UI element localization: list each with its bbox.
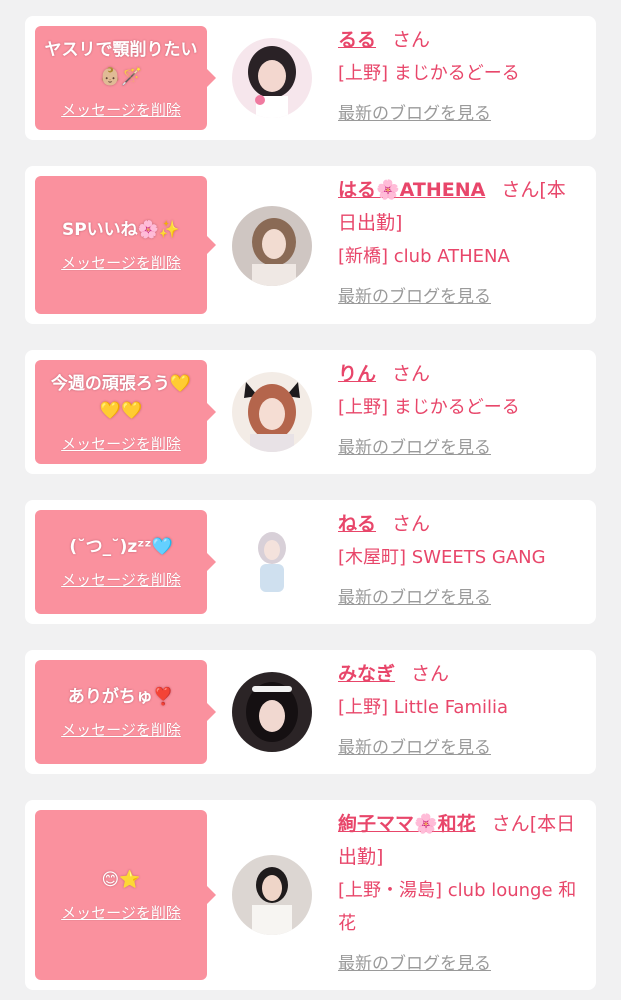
- delete-message-link[interactable]: メッセージを削除: [61, 719, 181, 740]
- avatar[interactable]: [232, 206, 312, 286]
- avatar[interactable]: [232, 855, 312, 935]
- delete-message-link[interactable]: メッセージを削除: [61, 569, 181, 590]
- sender-name-link[interactable]: 絢子ママ🌸和花: [338, 813, 476, 835]
- delete-message-link[interactable]: メッセージを削除: [61, 99, 181, 120]
- message-text: (˘つ_˘)zᶻᶻ🩵: [69, 537, 173, 557]
- shop-name: [上野] まじかるどーる: [338, 63, 520, 84]
- shop-name: [上野] まじかるどーる: [338, 397, 520, 418]
- honorific: さん: [501, 179, 540, 201]
- message-text: ありがちゅ❣️: [67, 687, 175, 707]
- shop-name: [上野] Little Familia: [338, 697, 509, 718]
- message-card: ありがちゅ❣️ メッセージを削除 みなぎ さん [上野] Little Famil…: [25, 650, 596, 774]
- sender-info: みなぎ さん [上野] Little Familia 最新のブログを見る: [338, 658, 583, 765]
- avatar[interactable]: [232, 672, 312, 752]
- message-card: SPいいね🌸✨ メッセージを削除 はる🌸ATHENA さん[本日出勤] [新橋] …: [25, 166, 596, 324]
- message-text: 今週の頑張ろう💛💛💛: [50, 373, 192, 421]
- latest-blog-link[interactable]: 最新のブログを見る: [338, 287, 491, 307]
- message-bubble: ありがちゅ❣️ メッセージを削除: [35, 660, 216, 764]
- honorific: さん: [392, 363, 431, 385]
- sender-info: 絢子ママ🌸和花 さん[本日出勤] [上野・湯島] club lounge 和花 最…: [338, 808, 583, 981]
- delete-message-link[interactable]: メッセージを削除: [61, 902, 181, 923]
- sender-name-link[interactable]: みなぎ: [338, 663, 395, 685]
- sender-info: はる🌸ATHENA さん[本日出勤] [新橋] club ATHENA 最新のブロ…: [338, 174, 583, 314]
- latest-blog-link[interactable]: 最新のブログを見る: [338, 738, 491, 758]
- message-bubble: 😊⭐ メッセージを削除: [35, 810, 216, 980]
- message-bubble: SPいいね🌸✨ メッセージを削除: [35, 176, 216, 314]
- shop-name: [新橋] club ATHENA: [338, 246, 510, 267]
- avatar[interactable]: [232, 522, 312, 602]
- honorific: さん: [392, 29, 431, 51]
- message-text: SPいいね🌸✨: [61, 220, 181, 240]
- message-card: 今週の頑張ろう💛💛💛 メッセージを削除 りん さん [上野] まじかるどーる 最新…: [25, 350, 596, 474]
- honorific: さん: [491, 813, 530, 835]
- avatar[interactable]: [232, 372, 312, 452]
- honorific: さん: [411, 663, 450, 685]
- latest-blog-link[interactable]: 最新のブログを見る: [338, 104, 491, 124]
- message-text: ヤスリで顎削りたい👶🏼🪄: [44, 39, 198, 87]
- honorific: さん: [392, 513, 431, 535]
- sender-name-link[interactable]: るる: [338, 29, 376, 51]
- sender-info: るる さん [上野] まじかるどーる 最新のブログを見る: [338, 24, 583, 131]
- avatar[interactable]: [232, 38, 312, 118]
- delete-message-link[interactable]: メッセージを削除: [61, 252, 181, 273]
- message-card: (˘つ_˘)zᶻᶻ🩵 メッセージを削除 ねる さん [木屋町] SWEETS GA…: [25, 500, 596, 624]
- message-card: ヤスリで顎削りたい👶🏼🪄 メッセージを削除 るる さん [上野] まじかるどーる …: [25, 16, 596, 140]
- sender-name-link[interactable]: りん: [338, 363, 376, 385]
- sender-name-link[interactable]: はる🌸ATHENA: [338, 179, 485, 201]
- message-bubble: (˘つ_˘)zᶻᶻ🩵 メッセージを削除: [35, 510, 216, 614]
- message-text: 😊⭐: [101, 870, 141, 890]
- delete-message-link[interactable]: メッセージを削除: [61, 433, 181, 454]
- shop-name: [上野・湯島] club lounge 和花: [338, 880, 577, 934]
- sender-name-link[interactable]: ねる: [338, 513, 376, 535]
- latest-blog-link[interactable]: 最新のブログを見る: [338, 588, 491, 608]
- shop-name: [木屋町] SWEETS GANG: [338, 547, 546, 568]
- latest-blog-link[interactable]: 最新のブログを見る: [338, 438, 491, 458]
- latest-blog-link[interactable]: 最新のブログを見る: [338, 954, 491, 974]
- message-card: 😊⭐ メッセージを削除 絢子ママ🌸和花 さん[本日出勤] [上野・湯島] club…: [25, 800, 596, 990]
- message-bubble: ヤスリで顎削りたい👶🏼🪄 メッセージを削除: [35, 26, 216, 130]
- message-bubble: 今週の頑張ろう💛💛💛 メッセージを削除: [35, 360, 216, 464]
- sender-info: りん さん [上野] まじかるどーる 最新のブログを見る: [338, 358, 583, 465]
- sender-info: ねる さん [木屋町] SWEETS GANG 最新のブログを見る: [338, 508, 583, 615]
